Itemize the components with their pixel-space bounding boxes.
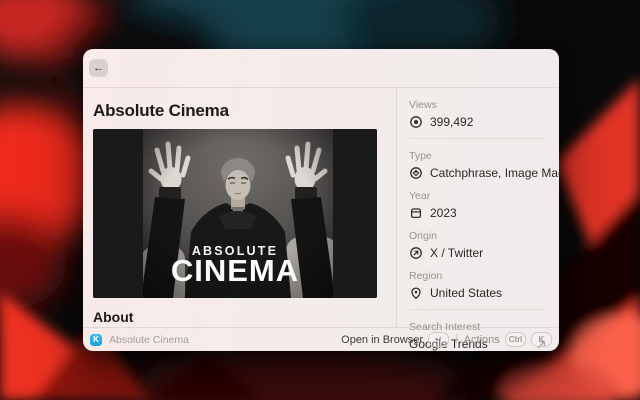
year-row: 2023: [409, 206, 547, 220]
calendar-icon: [409, 206, 423, 220]
compass-arrow-icon: [409, 246, 423, 260]
window-header: ←: [83, 49, 559, 88]
type-row: Catchphrase, Image Macro, React: [409, 166, 547, 180]
type-value: Catchphrase, Image Macro, React: [430, 166, 559, 180]
open-in-browser-button[interactable]: Open in Browser ↵: [341, 332, 449, 347]
enter-key-icon: ↵: [428, 332, 449, 347]
back-arrow-icon: ←: [93, 63, 104, 74]
eye-icon: [409, 115, 423, 129]
location-pin-icon: [409, 286, 423, 300]
actions-button[interactable]: Actions Ctrl K: [464, 332, 552, 347]
region-label: Region: [409, 270, 547, 282]
footer-separator: |: [455, 334, 458, 345]
window-body: Absolute Cinema: [83, 88, 559, 327]
current-item: K Absolute Cinema: [90, 334, 189, 346]
year-value: 2023: [430, 206, 457, 220]
detail-main: Absolute Cinema: [83, 88, 397, 327]
raycast-window: ← Absolute Cinema: [83, 49, 559, 351]
year-label: Year: [409, 190, 547, 202]
action-controls: Open in Browser ↵ | Actions Ctrl K: [341, 332, 552, 347]
sidebar-divider: [409, 309, 547, 310]
about-heading: About: [93, 309, 386, 325]
actions-label: Actions: [464, 334, 500, 346]
action-bar: K Absolute Cinema Open in Browser ↵ | Ac…: [83, 327, 559, 351]
current-item-label: Absolute Cinema: [109, 334, 189, 346]
origin-label: Origin: [409, 230, 547, 242]
page-title: Absolute Cinema: [93, 101, 386, 121]
meme-image-illustration: ABSOLUTE CINEMA: [93, 129, 377, 298]
origin-value: X / Twitter: [430, 246, 483, 260]
ctrl-keycap: Ctrl: [505, 332, 526, 347]
views-row: 399,492: [409, 115, 547, 129]
type-label: Type: [409, 150, 547, 162]
open-in-browser-label: Open in Browser: [341, 334, 423, 346]
tag-icon: [409, 166, 423, 180]
k-keycap: K: [531, 332, 552, 347]
meme-overlay-line2: CINEMA: [171, 253, 299, 288]
region-row: United States: [409, 286, 547, 300]
know-your-meme-app-icon: K: [90, 334, 102, 346]
desktop: ← Absolute Cinema: [0, 0, 640, 400]
region-value: United States: [430, 286, 502, 300]
metadata-sidebar: Views 399,492 Type Catchp: [397, 88, 559, 327]
origin-row: X / Twitter: [409, 246, 547, 260]
back-button[interactable]: ←: [89, 59, 108, 77]
views-label: Views: [409, 99, 547, 111]
views-value: 399,492: [430, 115, 473, 129]
meme-image: ABSOLUTE CINEMA: [93, 129, 377, 298]
sidebar-divider: [409, 138, 547, 139]
